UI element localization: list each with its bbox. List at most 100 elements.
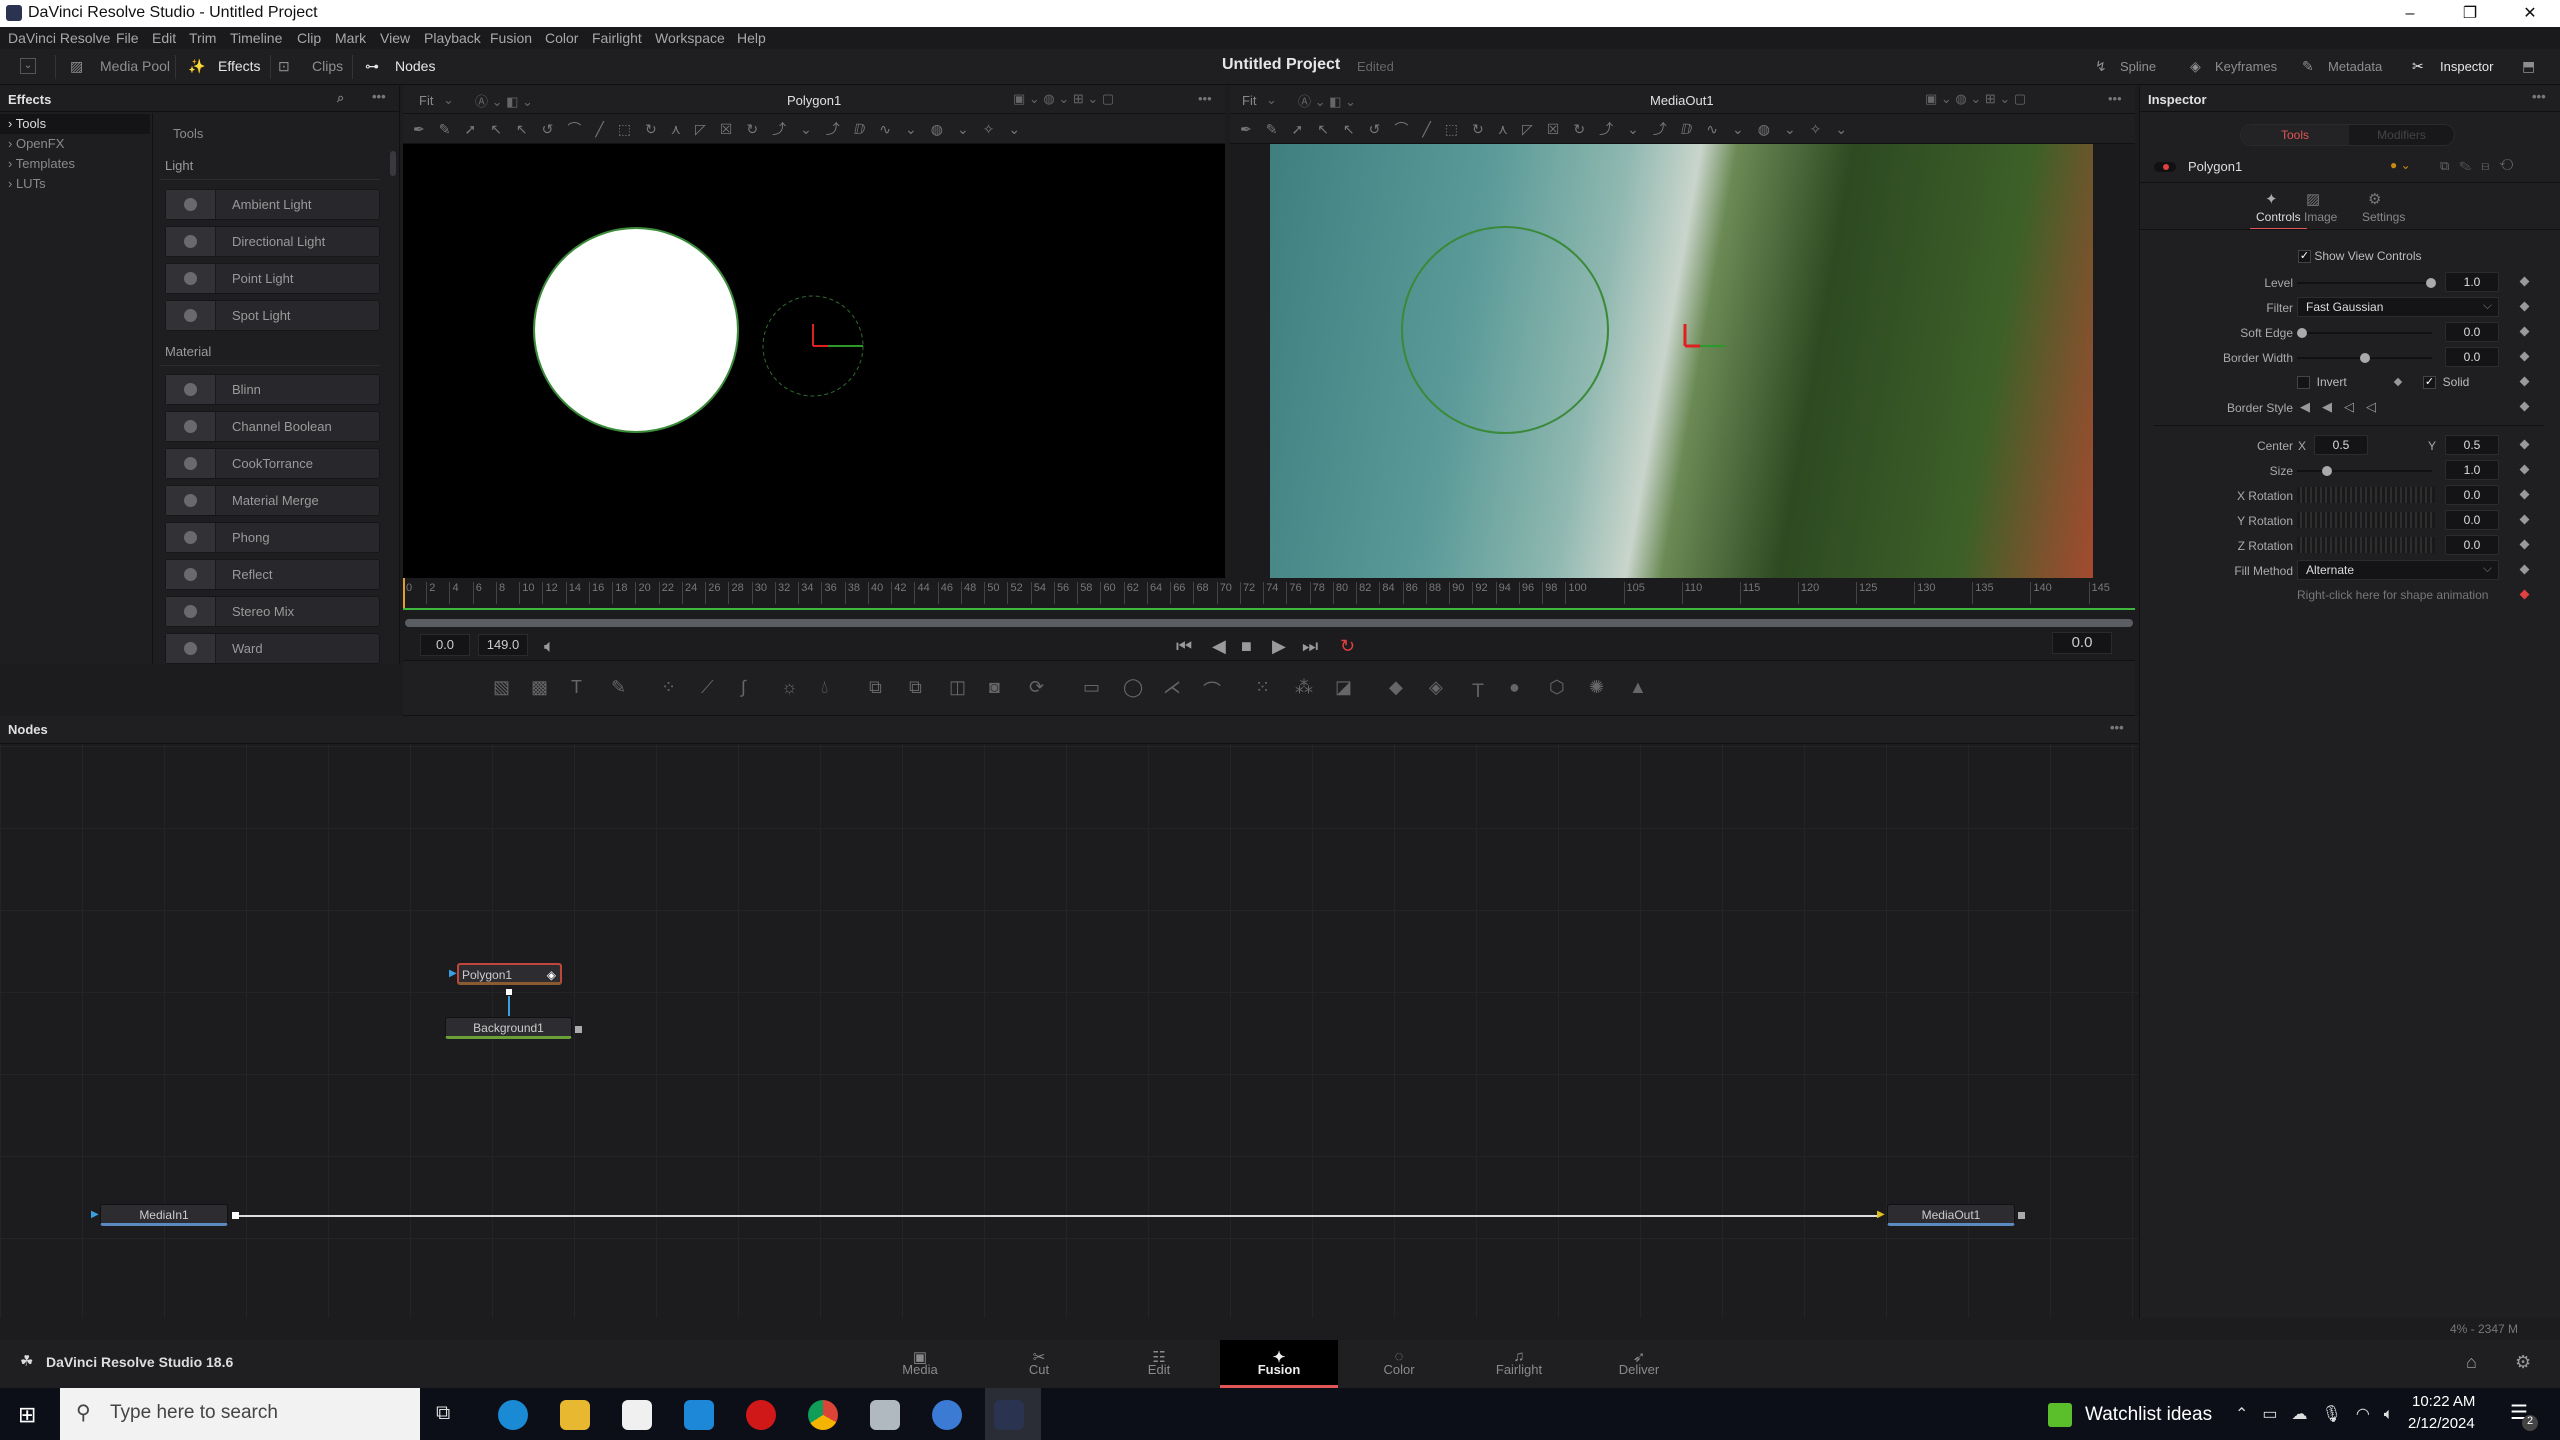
controls-icon[interactable]: ✦ xyxy=(2265,190,2278,208)
davinci-resolve-taskbar-icon[interactable] xyxy=(994,1400,1024,1430)
shape-animation-row[interactable]: Right-click here for shape animation xyxy=(2140,585,2560,607)
node-actions-icons[interactable]: ⧉✎⊟⟲ xyxy=(2440,158,2523,174)
clock-date[interactable]: 2/12/2024 xyxy=(2408,1415,2475,1432)
soft-edge-slider[interactable] xyxy=(2297,332,2432,334)
z-rotation-dial[interactable] xyxy=(2297,537,2435,553)
tool-cooktorrance[interactable]: CookTorrance xyxy=(165,448,380,479)
widget-news-icon[interactable] xyxy=(2048,1403,2072,1427)
border-width-field[interactable]: 0.0 xyxy=(2445,347,2499,367)
node-input-arrow-icon[interactable]: ▶ xyxy=(91,1209,99,1220)
go-to-start-button[interactable]: ⏮︎ xyxy=(1176,636,1192,657)
go-to-end-button[interactable]: ⏭︎ xyxy=(1302,636,1318,657)
fullscreen-panel-icon[interactable]: ⬒ xyxy=(2522,58,2535,75)
soft-edge-field[interactable]: 0.0 xyxy=(2445,322,2499,342)
keyframe-icon[interactable] xyxy=(2393,377,2403,387)
node-color-icon[interactable]: ● ⌄ xyxy=(2390,158,2411,172)
more-options-icon[interactable]: ••• xyxy=(2532,89,2546,104)
inspector-button[interactable]: Inspector xyxy=(2440,59,2493,74)
page-deliver[interactable]: ➶ Deliver xyxy=(1580,1340,1698,1388)
viewer-left-shape-tools[interactable]: ✒✎➚↖↖↺⌒╱⬚↻⋏◸☒↻⤴⌄⤴ⅅ∿⌄◍⌄✧⌄ xyxy=(403,114,1225,144)
keyframe-icon[interactable] xyxy=(2519,301,2530,312)
matte-control-tool-icon[interactable]: ◫ xyxy=(949,677,966,698)
merge-3d-icon[interactable]: ◈ xyxy=(1429,677,1443,698)
center-x-field[interactable]: 0.5 xyxy=(2314,435,2368,455)
camera-3d-icon[interactable]: ● xyxy=(1509,677,1520,698)
viewer-left-canvas[interactable] xyxy=(403,144,1225,578)
particles-tool-icon[interactable]: ⁘ xyxy=(661,677,676,698)
menu-help[interactable]: Help xyxy=(737,30,766,46)
node-output-port[interactable] xyxy=(232,1212,239,1219)
chevron-down-icon[interactable]: ⌄ xyxy=(1266,92,1277,108)
keyframe-icon[interactable] xyxy=(2519,326,2530,337)
tool-blinn[interactable]: Blinn xyxy=(165,374,380,405)
opera-browser-icon[interactable] xyxy=(746,1400,776,1430)
home-icon[interactable]: ⌂ xyxy=(2466,1352,2477,1373)
page-cut[interactable]: ✂ Cut xyxy=(980,1340,1098,1388)
level-slider-handle[interactable] xyxy=(2426,278,2436,288)
task-view-icon[interactable]: ⧉ xyxy=(436,1402,450,1425)
particle-render-icon[interactable]: ⁂ xyxy=(1295,677,1313,698)
viewer-options-icons[interactable]: ▣ ⌄ ◍ ⌄ ⊞ ⌄ ▢ xyxy=(1013,91,1114,107)
tool-spot-light[interactable]: Spot Light xyxy=(165,300,380,331)
close-button[interactable]: ✕ xyxy=(2500,0,2560,27)
z-rotation-field[interactable]: 0.0 xyxy=(2445,535,2499,555)
node-enable-toggle[interactable] xyxy=(2154,162,2176,172)
menu-edit[interactable]: Edit xyxy=(152,30,176,46)
mail-icon[interactable] xyxy=(684,1400,714,1430)
soft-edge-slider-handle[interactable] xyxy=(2297,328,2307,338)
ellipse-mask-icon[interactable]: ◯ xyxy=(1123,677,1143,698)
subtab-controls[interactable]: Controls xyxy=(2250,210,2307,230)
keyframe-icon[interactable] xyxy=(2519,351,2530,362)
keyframe-icon[interactable] xyxy=(2519,564,2530,575)
polygon-mask-icon[interactable]: ⋌ xyxy=(1163,677,1181,698)
brightness-tool-icon[interactable]: ☼ xyxy=(781,677,798,698)
taskbar-search-box[interactable]: ⚲ Type here to search xyxy=(60,1388,420,1440)
more-options-icon[interactable]: ••• xyxy=(2108,91,2122,106)
viewer-options-icons[interactable]: ▣ ⌄ ◍ ⌄ ⊞ ⌄ ▢ xyxy=(1925,91,2026,107)
spline-button[interactable]: Spline xyxy=(2120,59,2156,74)
background-tool-icon[interactable]: ▧ xyxy=(493,677,510,698)
inspector-icon[interactable]: ✂ xyxy=(2412,58,2424,75)
p-render-icon[interactable]: ◪ xyxy=(1335,677,1352,698)
page-fairlight[interactable]: ♫ Fairlight xyxy=(1460,1340,1578,1388)
blur-tool-icon[interactable]: 💧︎ xyxy=(821,677,828,698)
loop-button[interactable]: ↻ xyxy=(1340,636,1355,657)
page-color[interactable]: ◌ Color xyxy=(1340,1340,1458,1388)
size-slider[interactable] xyxy=(2297,470,2432,472)
tool-ambient-light[interactable]: Ambient Light xyxy=(165,189,380,220)
audio-speaker-icon[interactable]: 🔈︎ xyxy=(544,636,555,657)
search-icon[interactable]: ⌕ xyxy=(337,90,344,106)
media-pool-button[interactable]: Media Pool xyxy=(100,58,170,74)
border-width-slider-handle[interactable] xyxy=(2360,353,2370,363)
color-curves-tool-icon[interactable]: ⟋ xyxy=(701,677,714,698)
tool-ward[interactable]: Ward xyxy=(165,633,380,664)
size-slider-handle[interactable] xyxy=(2322,466,2332,476)
menu-view[interactable]: View xyxy=(380,30,410,46)
paint-tool-icon[interactable]: ✎ xyxy=(611,677,626,698)
text-tool-icon[interactable]: T xyxy=(571,677,582,698)
spline-icon[interactable]: ↯ xyxy=(2095,58,2107,75)
fill-method-dropdown[interactable]: Alternate xyxy=(2297,560,2499,580)
collapse-toolbar-icon[interactable]: ⌄ xyxy=(20,58,36,74)
renderer-3d-icon[interactable]: ⬡ xyxy=(1549,677,1565,698)
merge-tool-icon[interactable]: ⧉ xyxy=(869,677,882,698)
viewer-left-zoom-dropdown[interactable]: Fit xyxy=(419,93,433,108)
subtab-settings[interactable]: Settings xyxy=(2362,210,2405,224)
tool-point-light[interactable]: Point Light xyxy=(165,263,380,294)
viewer-right-shape-tools[interactable]: ✒✎➚↖↖↺⌒╱⬚↻⋏◸☒↻⤴⌄⤴ⅅ∿⌄◍⌄✧⌄ xyxy=(1230,114,2135,144)
minimize-button[interactable]: – xyxy=(2380,0,2440,27)
text-3d-icon[interactable]: Ｔ xyxy=(1469,677,1487,703)
page-media[interactable]: ▣ Media xyxy=(861,1340,979,1388)
image-plane-3d-icon[interactable]: ▲ xyxy=(1629,677,1647,698)
x-rotation-dial[interactable] xyxy=(2297,487,2435,503)
viewer-right-canvas[interactable] xyxy=(1230,144,2135,578)
border-style-buttons[interactable]: ◀◀◁◁ xyxy=(2300,399,2388,415)
shape-3d-icon[interactable]: ◆ xyxy=(1389,677,1403,698)
tab-modifiers[interactable]: Modifiers xyxy=(2349,125,2454,145)
media-pool-icon[interactable]: ▨ xyxy=(70,58,83,75)
animation-keyframe-icon[interactable] xyxy=(2519,589,2530,600)
keyframes-button[interactable]: Keyframes xyxy=(2215,59,2277,74)
keyframe-icon[interactable] xyxy=(2519,514,2530,525)
effects-button[interactable]: Effects xyxy=(218,58,261,74)
tool-stereo-mix[interactable]: Stereo Mix xyxy=(165,596,380,627)
